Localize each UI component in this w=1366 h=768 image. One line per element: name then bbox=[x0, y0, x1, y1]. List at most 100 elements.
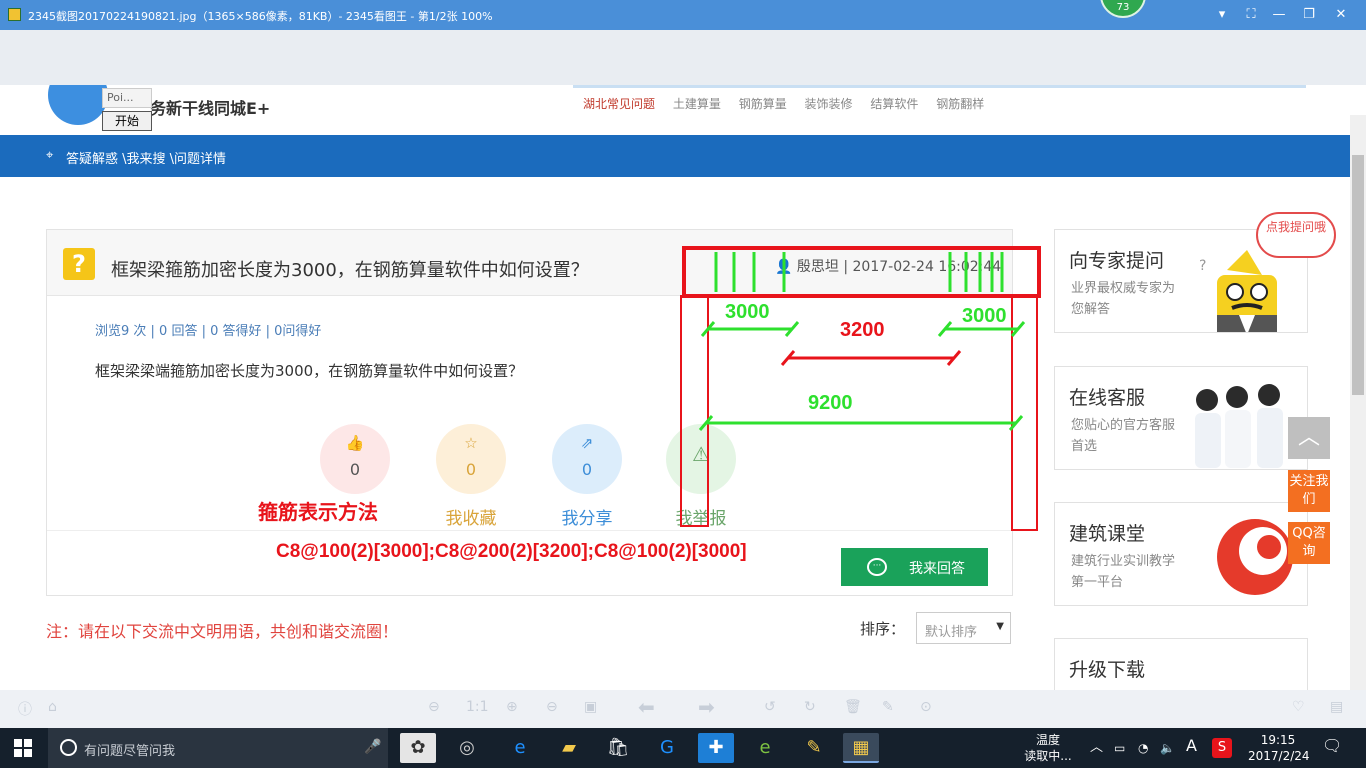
scroll-thumb[interactable] bbox=[1352, 155, 1364, 395]
viewer-toolbar: ⓘ ⌂ ⊖ 1:1 ⊕ ⊖ ▣ ⬅ ➡ ↺ ↻ 🗑 ✎ ⊙ ♡ ▤ bbox=[0, 690, 1366, 728]
edge-icon[interactable]: e bbox=[502, 733, 538, 763]
like-action[interactable]: 👍 0 bbox=[320, 424, 390, 494]
report-label: 我举报 bbox=[675, 509, 727, 529]
nav-item-settlement[interactable]: 结算软件 bbox=[870, 97, 918, 111]
ime-indicator[interactable]: A bbox=[1186, 738, 1197, 768]
swirl-logo-icon bbox=[1217, 519, 1293, 595]
nav-item-decoration[interactable]: 装饰装修 bbox=[805, 97, 853, 111]
question-meta: 👤 殷思坦 | 2017-02-24 16:02:44 bbox=[775, 256, 1001, 276]
answer-button[interactable]: ··· 我来回答 bbox=[841, 548, 988, 586]
edit-icon[interactable]: ✎ bbox=[882, 699, 894, 715]
notification-icon[interactable]: 🗨 bbox=[1322, 738, 1342, 768]
question-author[interactable]: 殷思坦 bbox=[797, 259, 839, 275]
slideshow-icon[interactable]: ▣ bbox=[584, 699, 597, 715]
zoom-out-icon[interactable]: ⊖ bbox=[546, 699, 558, 715]
sort-value: 默认排序 bbox=[925, 625, 978, 640]
microphone-icon[interactable]: 🎤 bbox=[364, 739, 381, 755]
actual-size-icon[interactable]: 1:1 bbox=[466, 699, 489, 715]
clock-time: 19:15 bbox=[1260, 733, 1296, 747]
building-class-subtitle: 建筑行业实训教学第一平台 bbox=[1071, 554, 1176, 590]
red-right-column bbox=[1011, 295, 1038, 531]
sogou-icon[interactable]: S bbox=[1212, 738, 1232, 758]
favorite-action[interactable]: ☆ 0 我收藏 bbox=[436, 424, 506, 529]
question-icon: ? bbox=[63, 248, 95, 280]
ask-bubble[interactable]: 点我提问哦 bbox=[1256, 212, 1336, 258]
start-button[interactable]: 开始 bbox=[102, 111, 152, 131]
qq-consult-button[interactable]: QQ咨询 bbox=[1288, 522, 1330, 564]
cortana-search[interactable]: 有问题尽管问我 🎤 bbox=[48, 728, 388, 768]
minimize-icon[interactable]: — bbox=[1270, 6, 1288, 24]
chevron-up-icon[interactable]: ︿ bbox=[1090, 740, 1103, 768]
nav-item-rebar[interactable]: 钢筋算量 bbox=[739, 97, 787, 111]
browser-360-icon[interactable]: e bbox=[747, 733, 783, 763]
nav-item-hubei[interactable]: 湖北常见问题 bbox=[583, 97, 655, 111]
app-icon bbox=[8, 8, 21, 21]
search-placeholder: 有问题尽管问我 bbox=[84, 744, 176, 759]
previous-icon[interactable]: ⬅ bbox=[638, 695, 655, 719]
more-icon[interactable]: ⊙ bbox=[920, 699, 932, 715]
nav-item-civil[interactable]: 土建算量 bbox=[673, 97, 721, 111]
like-circle: 👍 0 bbox=[320, 424, 390, 494]
ask-expert-title: 向专家提问 bbox=[1069, 250, 1165, 272]
notes-icon[interactable]: ✎ bbox=[796, 733, 832, 763]
service-staff-icon bbox=[1195, 384, 1283, 468]
clock-date: 2017/2/24 bbox=[1248, 749, 1310, 763]
store-icon[interactable]: 🛍 bbox=[600, 733, 636, 763]
logo-text: 务新干线同城E+ bbox=[150, 99, 271, 118]
windows-start-icon[interactable] bbox=[14, 739, 32, 757]
clock[interactable]: 19:15 2017/2/24 bbox=[1248, 732, 1310, 768]
share-action[interactable]: ⇗ 0 我分享 bbox=[552, 424, 622, 529]
star-icon: ☆ bbox=[464, 434, 478, 452]
heart-icon[interactable]: ♡ bbox=[1292, 699, 1305, 715]
volume-icon[interactable]: 🔈 bbox=[1160, 740, 1175, 768]
upgrade-download-card[interactable]: 升级下载 bbox=[1054, 638, 1308, 698]
gift-icon[interactable]: ⌂ bbox=[48, 699, 57, 715]
poi-input[interactable]: Poi... bbox=[102, 88, 152, 108]
thumbs-up-icon: 👍 bbox=[345, 434, 365, 452]
browser-swirl-icon[interactable]: ◎ bbox=[449, 733, 485, 763]
image-canvas: 务新干线同城E+ Poi... 开始 湖北常见问题 土建算量 钢筋算量 装饰装修… bbox=[0, 30, 1366, 701]
follow-us-button[interactable]: 关注我们 bbox=[1288, 470, 1330, 512]
rotate-left-icon[interactable]: ↺ bbox=[764, 699, 776, 715]
question-card: ? 框架梁箍筋加密长度为3000，在钢筋算量软件中如何设置？ 👤 殷思坦 | 2… bbox=[46, 229, 1013, 596]
weather-widget[interactable]: 温度 读取中... bbox=[1024, 732, 1072, 768]
divider bbox=[47, 530, 1012, 531]
fullscreen-icon[interactable]: ⛶ bbox=[1242, 6, 1260, 24]
gallery-icon[interactable]: ▤ bbox=[1330, 699, 1343, 715]
report-action[interactable]: ⚠ 我举报 bbox=[666, 424, 736, 529]
question-time: | 2017-02-24 16:02:44 bbox=[843, 259, 1002, 275]
question-stats: 浏览9 次 | 0 回答 | 0 答得好 | 0问得好 bbox=[95, 324, 322, 339]
building-class-card[interactable]: 建筑课堂 建筑行业实训教学第一平台 bbox=[1054, 502, 1308, 606]
close-icon[interactable]: ✕ bbox=[1332, 6, 1350, 24]
breadcrumb-bar: ⌖ 答疑解惑 \我来搜 \问题详情 bbox=[0, 135, 1366, 177]
share-circle: ⇗ 0 bbox=[552, 424, 622, 494]
answer-button-label: 我来回答 bbox=[909, 561, 965, 577]
delete-icon[interactable]: 🗑 bbox=[844, 699, 862, 715]
back-to-top-icon[interactable]: ︿ bbox=[1288, 417, 1330, 459]
logo-mascot bbox=[48, 85, 108, 125]
svg-text:?: ? bbox=[1199, 258, 1206, 274]
breadcrumb[interactable]: 答疑解惑 \我来搜 \问题详情 bbox=[66, 148, 226, 167]
zoom-in-icon[interactable]: ⊕ bbox=[506, 699, 518, 715]
image-viewer-icon[interactable]: ▦ bbox=[843, 733, 879, 763]
online-service-card[interactable]: 在线客服 您贴心的官方客服首选 bbox=[1054, 366, 1308, 470]
wifi-icon[interactable]: ◔ bbox=[1138, 740, 1148, 768]
top-nav: 湖北常见问题 土建算量 钢筋算量 装饰装修 结算软件 钢筋翻样 bbox=[583, 95, 998, 112]
page-scrollbar[interactable] bbox=[1350, 115, 1366, 701]
maximize-icon[interactable]: ❐ bbox=[1300, 6, 1318, 24]
info-icon[interactable]: ⓘ bbox=[18, 699, 32, 719]
nav-item-rebar-detail[interactable]: 钢筋翻样 bbox=[936, 97, 984, 111]
sort-label: 排序： bbox=[860, 620, 906, 638]
file-explorer-icon[interactable]: ▰ bbox=[551, 733, 587, 763]
chevron-down-icon: ▼ bbox=[996, 621, 1004, 632]
fit-icon[interactable]: ⊖ bbox=[428, 699, 440, 715]
score-badge[interactable]: 73 bbox=[1100, 0, 1146, 18]
sort-select[interactable]: 默认排序 ▼ bbox=[916, 612, 1011, 644]
glodon-icon[interactable]: G bbox=[649, 733, 685, 763]
battery-icon[interactable]: ▭ bbox=[1114, 740, 1125, 768]
rotate-right-icon[interactable]: ↻ bbox=[804, 699, 816, 715]
dropdown-icon[interactable]: ▾ bbox=[1213, 6, 1231, 24]
tool-icon[interactable]: ✚ bbox=[698, 733, 734, 763]
task-view-icon[interactable]: ✿ bbox=[400, 733, 436, 763]
next-icon[interactable]: ➡ bbox=[698, 695, 715, 719]
